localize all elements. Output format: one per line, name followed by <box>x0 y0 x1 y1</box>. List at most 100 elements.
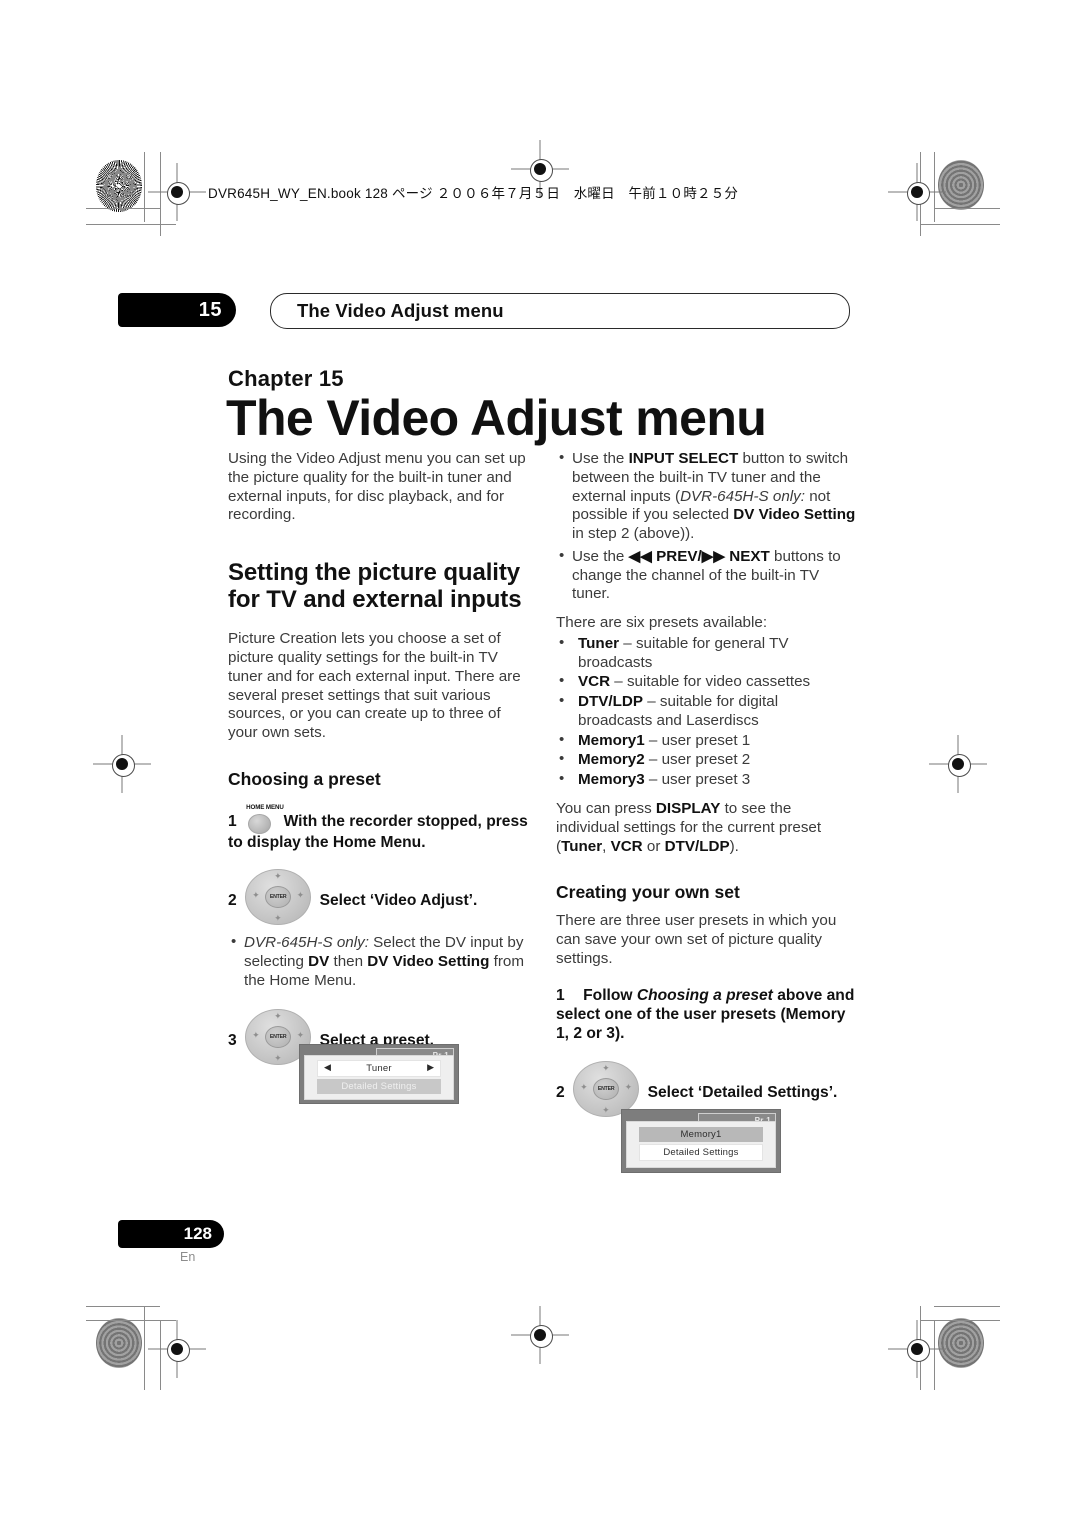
preset-description: – user preset 2 <box>644 751 751 769</box>
step-text-a: Follow <box>583 986 637 1004</box>
section-heading: Setting the picture quality for TV and e… <box>228 559 522 614</box>
step-2-notes: DVR-645H-S only: Select the DV input by … <box>228 933 528 990</box>
enter-button-label: ENTER <box>265 1025 292 1048</box>
display-note-bold-vcr: VCR <box>610 837 643 855</box>
bullet-device-qualifier: DVR-645H-S only: <box>680 487 805 505</box>
list-item: Tuner – suitable for general TV broadcas… <box>556 634 856 673</box>
preset-name: Memory1 <box>578 731 645 749</box>
page-title: The Video Adjust menu <box>226 390 767 446</box>
registration-mark <box>148 163 206 221</box>
osd-frame: Pr 1 Memory1 Detailed Settings <box>621 1109 781 1173</box>
preset-name: VCR <box>578 673 611 691</box>
chapter-number: 15 <box>198 298 222 321</box>
registration-mark <box>888 163 946 221</box>
osd-row-memory1[interactable]: Memory1 <box>639 1127 763 1142</box>
dpad-left-arrow-icon: ✦ <box>252 890 260 901</box>
note-bold-dv: DV <box>308 952 330 970</box>
list-item: VCR – suitable for video cassettes <box>556 672 856 692</box>
dpad-right-arrow-icon: ✦ <box>296 1029 305 1040</box>
dpad-right-arrow-icon: ✦ <box>296 890 305 901</box>
preset-name: Tuner <box>578 634 620 652</box>
list-item: Memory2 – user preset 2 <box>556 750 856 770</box>
step-text: Follow Choosing a preset above and selec… <box>556 987 854 1043</box>
list-item: DVR-645H-S only: Select the DV input by … <box>228 933 528 990</box>
registration-mark-right-middle <box>929 735 987 793</box>
preset-description: – user preset 1 <box>644 731 751 749</box>
bullet-bold-dv-video-setting: DV Video Setting <box>733 506 856 524</box>
starburst-registration-target <box>96 160 142 212</box>
note-device-qualifier: DVR-645H-S only: <box>244 934 369 952</box>
preset-name: Memory2 <box>578 751 645 769</box>
enter-button-label: ENTER <box>593 1077 620 1100</box>
left-column: Using the Video Adjust menu you can set … <box>228 450 528 1065</box>
page-number: 128 <box>183 1224 212 1243</box>
section-intro-paragraph: Picture Creation lets you choose a set o… <box>228 630 521 742</box>
step-text-italic-reference: Choosing a preset <box>636 986 773 1004</box>
display-note-e: or <box>642 837 665 855</box>
step-text: Select ‘Video Adjust’. <box>319 892 478 910</box>
list-item: Use the ◀◀ PREV/▶▶ NEXT buttons to chang… <box>556 547 856 604</box>
dpad-up-arrow-icon: ✦ <box>274 1010 282 1021</box>
preset-name: Memory3 <box>578 771 645 789</box>
dpad-down-arrow-icon: ✦ <box>602 1104 610 1115</box>
note-bold-dv-video-setting: DV Video Setting <box>367 952 490 970</box>
creating-step-1: 1 Follow Choosing a preset above and sel… <box>556 986 856 1044</box>
step-number: 2 <box>228 892 237 910</box>
step-number: 1 <box>228 812 237 830</box>
dpad-up-arrow-icon: ✦ <box>602 1062 610 1073</box>
subsection-intro-paragraph: There are three user presets in which yo… <box>556 912 837 967</box>
dpad-enter-button-icon: ✦ ✦ ✦ ✦ ENTER <box>245 869 312 926</box>
preset-list: Tuner – suitable for general TV broadcas… <box>556 634 856 790</box>
osd-row-detailed-settings[interactable]: Detailed Settings <box>317 1079 441 1094</box>
display-note-paragraph: You can press DISPLAY to see the individ… <box>556 800 856 856</box>
list-item: Memory3 – user preset 3 <box>556 770 856 790</box>
bullet-text-a: Use the <box>572 547 629 565</box>
dpad-left-arrow-icon: ✦ <box>252 1029 260 1040</box>
page-canvas: DVR645H_WY_EN.book 128 ページ ２００６年７月５日 水曜日… <box>0 0 1080 1528</box>
running-head: 15 The Video Adjust menu <box>118 293 850 329</box>
chapter-label: Chapter 15 <box>228 366 344 391</box>
bullet-bold-prev-next: ◀◀ PREV/▶▶ NEXT <box>628 547 770 565</box>
running-head-title: The Video Adjust menu <box>297 300 504 321</box>
step-number: 2 <box>556 1083 565 1101</box>
page-language-code: En <box>180 1250 196 1264</box>
dartboard-registration-target <box>938 160 984 210</box>
presets-lead-text: There are six presets available: <box>556 614 768 632</box>
osd-left-arrow-icon: ◀ <box>324 1062 331 1072</box>
dartboard-registration-target <box>96 1318 142 1368</box>
display-note-bold-dtvldp: DTV/LDP <box>664 837 730 855</box>
osd-row-detailed-settings[interactable]: Detailed Settings <box>639 1144 763 1161</box>
bullet-bold-input-select: INPUT SELECT <box>628 450 739 467</box>
bullet-text-e: in step 2 (above)). <box>572 525 695 543</box>
dartboard-registration-target <box>938 1318 984 1368</box>
osd-frame: Pr 1 ◀ ▶ Tuner Detailed Settings <box>299 1044 459 1104</box>
list-item: DTV/LDP – suitable for digital broadcast… <box>556 692 856 731</box>
osd-right-arrow-icon: ▶ <box>427 1062 434 1072</box>
osd-row-selected[interactable]: Tuner <box>317 1060 441 1077</box>
dpad-right-arrow-icon: ✦ <box>624 1081 633 1092</box>
registration-mark <box>148 1320 206 1378</box>
subsection-heading-creating-your-own-set: Creating your own set <box>556 882 740 903</box>
registration-mark-bottom-center <box>511 1306 569 1364</box>
dpad-down-arrow-icon: ✦ <box>274 913 282 924</box>
step-number: 1 <box>556 986 565 1004</box>
dpad-left-arrow-icon: ✦ <box>580 1081 588 1092</box>
dpad-up-arrow-icon: ✦ <box>274 871 282 882</box>
osd-screenshot-preset-tuner: Pr 1 ◀ ▶ Tuner Detailed Settings <box>299 1044 459 1104</box>
display-note-f: ). <box>729 837 739 855</box>
top-bullets: Use the INPUT SELECT button to switch be… <box>556 449 856 604</box>
home-menu-icon-label: HOME MENU <box>246 803 284 811</box>
list-item: Memory1 – user preset 1 <box>556 731 856 751</box>
preset-name: DTV/LDP <box>578 693 643 711</box>
dpad-down-arrow-icon: ✦ <box>274 1052 282 1063</box>
note-text-c: then <box>329 952 368 970</box>
step-number: 3 <box>228 1031 237 1049</box>
preset-description: – user preset 3 <box>644 771 751 789</box>
subsection-heading-choosing-a-preset: Choosing a preset <box>228 768 381 789</box>
registration-mark <box>888 1320 946 1378</box>
preset-description: – suitable for video cassettes <box>610 673 811 691</box>
bullet-text-a: Use the <box>572 450 629 467</box>
display-note-a: You can press <box>556 800 656 818</box>
osd-screenshot-preset-memory1: Pr 1 Memory1 Detailed Settings <box>621 1109 781 1173</box>
display-note-d: , <box>602 837 611 855</box>
